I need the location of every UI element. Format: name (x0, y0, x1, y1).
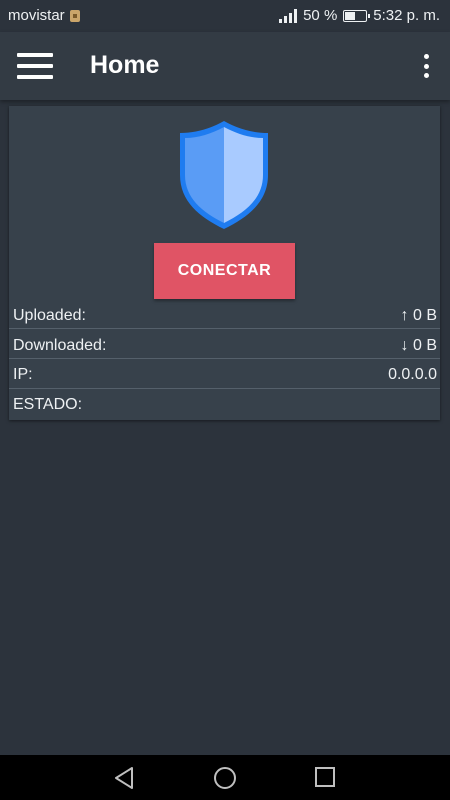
ip-value: 0.0.0.0 (388, 366, 437, 383)
recents-square-icon[interactable] (314, 766, 336, 788)
carrier-group: movistar (8, 7, 80, 24)
carrier-name: movistar (8, 7, 65, 24)
status-bar: movistar 50 % 5:32 p. m. (0, 0, 450, 32)
divider (9, 328, 440, 329)
divider (9, 388, 440, 389)
battery-percent: 50 % (303, 7, 338, 24)
ip-row: IP: 0.0.0.0 (9, 360, 440, 390)
downloaded-value: ↓ 0 B (400, 337, 437, 354)
sim-card-icon (69, 9, 80, 22)
signal-strength-icon (279, 8, 298, 23)
estado-label: ESTADO: (13, 396, 83, 413)
divider (9, 358, 440, 359)
system-nav-bar (0, 755, 450, 800)
more-vert-icon[interactable] (422, 54, 430, 78)
clock: 5:32 p. m. (373, 7, 440, 24)
ip-label: IP: (13, 366, 33, 383)
status-indicators: 50 % 5:32 p. m. (279, 7, 440, 24)
app-bar: Home (0, 32, 450, 100)
home-circle-icon[interactable] (213, 766, 237, 790)
downloaded-label: Downloaded: (13, 337, 107, 354)
uploaded-value: ↑ 0 B (400, 307, 437, 324)
connect-button[interactable]: CONECTAR (154, 243, 295, 299)
uploaded-row: Uploaded: ↑ 0 B (9, 301, 440, 331)
page-title: Home (90, 51, 160, 79)
back-triangle-icon[interactable] (113, 766, 135, 790)
vpn-status-card: CONECTAR Uploaded: ↑ 0 B Downloaded: ↓ 0… (9, 106, 440, 420)
downloaded-row: Downloaded: ↓ 0 B (9, 331, 440, 361)
estado-row: ESTADO: (9, 390, 440, 420)
uploaded-label: Uploaded: (13, 307, 86, 324)
shield-icon (180, 121, 268, 229)
battery-icon (343, 9, 371, 22)
hamburger-menu-icon[interactable] (17, 53, 53, 79)
